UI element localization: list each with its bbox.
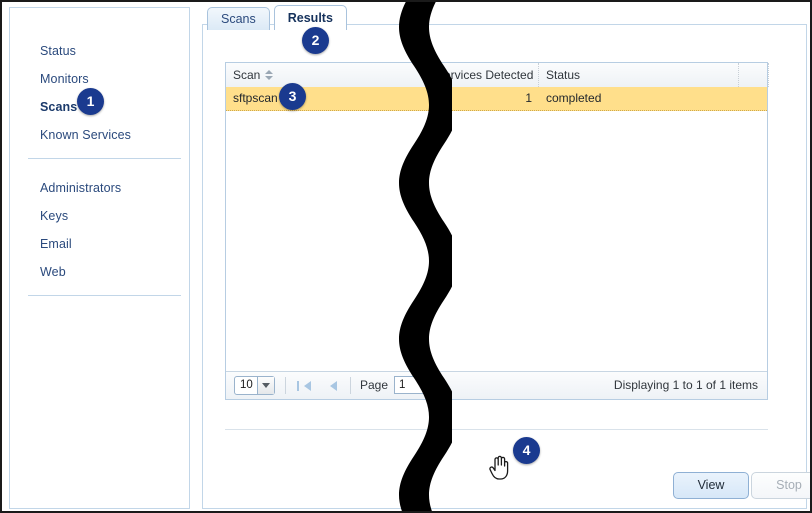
step-badge-3: 3 <box>279 83 306 110</box>
sidebar-item-web[interactable]: Web <box>40 265 66 279</box>
application-window: Status Monitors Scans Known Services Adminis… <box>0 0 812 513</box>
mouse-cursor-hand-icon <box>489 455 509 480</box>
previous-page-button[interactable] <box>323 379 337 393</box>
previous-page-arrow-icon <box>330 381 337 391</box>
sidebar-item-keys[interactable]: Keys <box>40 209 68 223</box>
sidebar-item-scans[interactable]: Scans <box>40 100 77 114</box>
column-header-status[interactable]: Status <box>539 63 739 87</box>
table-cell-status: completed <box>546 91 602 105</box>
step-badge-4: 4 <box>513 437 540 464</box>
first-page-button[interactable] <box>297 379 311 393</box>
column-header-detected[interactable]: Services Detected <box>436 63 539 87</box>
button-bar-divider <box>225 429 768 430</box>
grid-pager: 10 Page 1 Displaying 1 to 1 of 1 items <box>226 371 767 399</box>
sort-arrows-icon[interactable] <box>265 69 274 81</box>
table-row[interactable]: sftpscan 1 completed <box>226 87 767 111</box>
grid-empty-body <box>226 110 767 372</box>
sidebar-divider-1 <box>28 158 181 159</box>
tab-results[interactable]: Results <box>273 5 347 30</box>
column-header-label: Scan <box>233 68 261 82</box>
tab-bar: Scans Results <box>207 5 351 30</box>
step-badge-1: 1 <box>77 88 104 115</box>
sidebar-item-email[interactable]: Email <box>40 237 72 251</box>
sidebar-divider-2 <box>28 295 181 296</box>
page-label: Page <box>360 378 389 392</box>
column-header-label: Services Detected <box>436 68 534 82</box>
first-page-arrow-icon <box>304 381 311 391</box>
stop-button: Stop <box>751 472 810 499</box>
results-grid: Scan Services Detected Status sftpscan 1 com… <box>225 62 769 400</box>
grid-header-row: Scan Services Detected Status <box>226 63 769 88</box>
sidebar-item-administrators[interactable]: Administrators <box>40 181 121 195</box>
page-size-select[interactable]: 10 <box>234 376 275 395</box>
sidebar: Status Monitors Scans Known Services Adminis… <box>9 7 190 509</box>
table-cell-scan: sftpscan <box>233 91 278 105</box>
table-cell-detected: 1 <box>525 91 532 105</box>
sidebar-item-known-services[interactable]: Known Services <box>40 128 131 142</box>
step-badge-2: 2 <box>302 27 329 54</box>
page-size-value: 10 <box>240 379 253 391</box>
chevron-down-icon[interactable] <box>257 377 274 394</box>
pager-divider-2 <box>350 377 351 394</box>
sidebar-item-status[interactable]: Status <box>40 44 76 58</box>
view-button[interactable]: View <box>673 472 749 499</box>
pager-divider-1 <box>285 377 286 394</box>
sidebar-item-monitors[interactable]: Monitors <box>40 72 89 86</box>
column-header-spacer[interactable] <box>739 63 769 87</box>
column-header-label: Status <box>546 68 581 82</box>
pager-summary: Displaying 1 to 1 of 1 items <box>613 378 758 392</box>
first-page-icon <box>297 381 299 391</box>
column-header-scan[interactable]: Scan <box>226 63 436 87</box>
tab-scans[interactable]: Scans <box>207 7 270 30</box>
page-number-input[interactable]: 1 <box>394 376 426 394</box>
